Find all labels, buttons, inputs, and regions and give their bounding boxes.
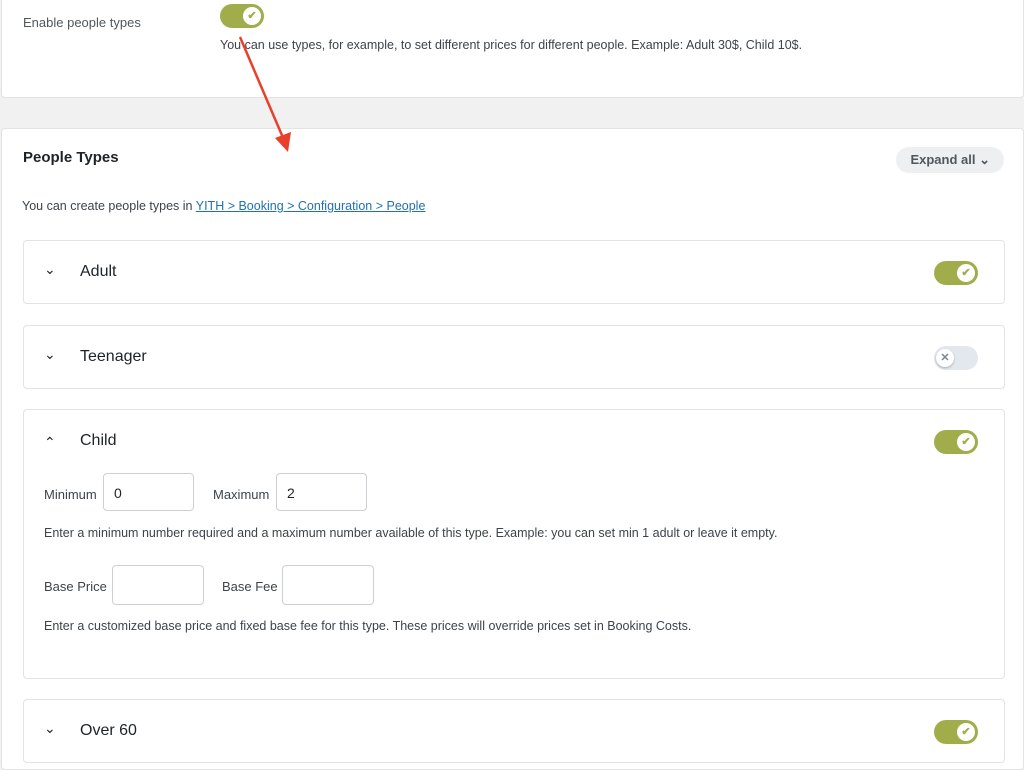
over-60-toggle[interactable]: ✔ — [934, 720, 978, 744]
people-type-teenager[interactable]: ⌄ Teenager ✕ — [23, 325, 1005, 389]
people-type-child[interactable]: ⌃ Child ✔ Minimum 0 Maximum 2 Enter a mi… — [23, 409, 1005, 679]
maximum-input[interactable]: 2 — [276, 473, 367, 511]
minimum-input[interactable]: 0 — [103, 473, 194, 511]
intro-text: You can create people types in YITH > Bo… — [22, 199, 425, 213]
people-type-adult[interactable]: ⌄ Adult ✔ — [23, 240, 1005, 304]
adult-toggle[interactable]: ✔ — [934, 261, 978, 285]
child-toggle[interactable]: ✔ — [934, 430, 978, 454]
section-title: People Types — [23, 149, 119, 166]
minimum-label: Minimum — [44, 487, 97, 502]
cross-icon: ✕ — [936, 349, 954, 367]
enable-people-types-label: Enable people types — [23, 15, 141, 30]
people-type-name: Child — [80, 432, 117, 449]
check-icon: ✔ — [243, 7, 261, 25]
chevron-down-icon[interactable]: ⌄ — [44, 346, 56, 363]
people-type-name: Teenager — [80, 348, 147, 365]
expand-all-button[interactable]: Expand all ⌄ — [896, 147, 1004, 173]
enable-people-types-card: Enable people types ✔ You can use types,… — [1, 0, 1024, 98]
chevron-up-icon[interactable]: ⌃ — [44, 434, 56, 451]
base-fee-input[interactable] — [282, 565, 374, 605]
intro-label: You can create people types in — [22, 199, 196, 213]
enable-people-types-toggle[interactable]: ✔ — [220, 4, 264, 28]
chevron-down-icon[interactable]: ⌄ — [44, 261, 56, 278]
people-types-card: People Types Expand all ⌄ You can create… — [1, 128, 1024, 770]
maximum-label: Maximum — [213, 487, 270, 502]
price-help: Enter a customized base price and fixed … — [44, 619, 692, 633]
configuration-people-link[interactable]: YITH > Booking > Configuration > People — [196, 199, 426, 213]
people-type-name: Over 60 — [80, 722, 137, 739]
check-icon: ✔ — [957, 723, 975, 741]
check-icon: ✔ — [957, 264, 975, 282]
base-price-input[interactable] — [112, 565, 204, 605]
expand-all-label: Expand all — [910, 152, 976, 167]
base-price-label: Base Price — [44, 579, 107, 594]
check-icon: ✔ — [957, 433, 975, 451]
base-fee-label: Base Fee — [222, 579, 278, 594]
chevron-down-icon[interactable]: ⌄ — [44, 720, 56, 737]
teenager-toggle[interactable]: ✕ — [934, 346, 978, 370]
enable-people-types-description: You can use types, for example, to set d… — [220, 38, 803, 52]
minmax-help: Enter a minimum number required and a ma… — [44, 526, 778, 540]
people-type-name: Adult — [80, 263, 117, 280]
chevron-down-icon: ⌄ — [979, 152, 990, 167]
people-type-over-60[interactable]: ⌄ Over 60 ✔ — [23, 699, 1005, 763]
